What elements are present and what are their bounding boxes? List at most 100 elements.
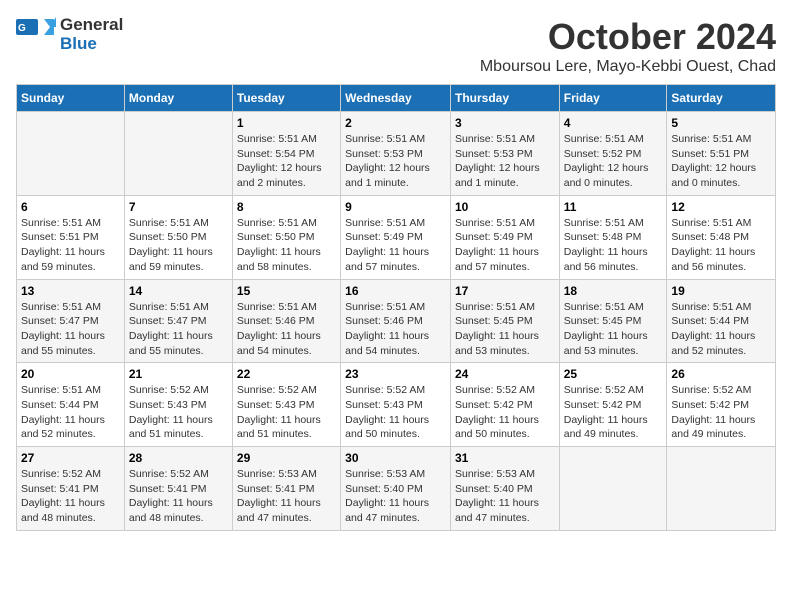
calendar-cell: 3 Sunrise: 5:51 AMSunset: 5:53 PMDaylight… xyxy=(450,112,559,196)
calendar-cell: 14 Sunrise: 5:51 AMSunset: 5:47 PMDayligh… xyxy=(124,279,232,363)
logo-general: General xyxy=(60,15,123,34)
calendar-cell xyxy=(667,447,776,531)
calendar-cell: 6 Sunrise: 5:51 AMSunset: 5:51 PMDaylight… xyxy=(17,195,125,279)
day-number: 2 xyxy=(345,116,446,130)
day-info: Sunrise: 5:53 AMSunset: 5:41 PMDaylight:… xyxy=(237,467,336,526)
day-info: Sunrise: 5:51 AMSunset: 5:53 PMDaylight:… xyxy=(455,132,555,191)
day-number: 20 xyxy=(21,367,120,381)
day-info: Sunrise: 5:51 AMSunset: 5:44 PMDaylight:… xyxy=(671,300,771,359)
calendar-cell: 2 Sunrise: 5:51 AMSunset: 5:53 PMDaylight… xyxy=(341,112,451,196)
day-info: Sunrise: 5:51 AMSunset: 5:54 PMDaylight:… xyxy=(237,132,336,191)
day-number: 28 xyxy=(129,451,228,465)
day-info: Sunrise: 5:52 AMSunset: 5:43 PMDaylight:… xyxy=(129,383,228,442)
calendar-cell xyxy=(559,447,667,531)
day-info: Sunrise: 5:51 AMSunset: 5:51 PMDaylight:… xyxy=(21,216,120,275)
day-info: Sunrise: 5:51 AMSunset: 5:47 PMDaylight:… xyxy=(129,300,228,359)
weekday-header-thursday: Thursday xyxy=(450,85,559,112)
day-number: 23 xyxy=(345,367,446,381)
day-number: 1 xyxy=(237,116,336,130)
day-number: 13 xyxy=(21,284,120,298)
day-info: Sunrise: 5:51 AMSunset: 5:47 PMDaylight:… xyxy=(21,300,120,359)
weekday-header-wednesday: Wednesday xyxy=(341,85,451,112)
day-number: 25 xyxy=(564,367,663,381)
calendar-cell: 28 Sunrise: 5:52 AMSunset: 5:41 PMDayligh… xyxy=(124,447,232,531)
day-info: Sunrise: 5:52 AMSunset: 5:41 PMDaylight:… xyxy=(129,467,228,526)
day-number: 5 xyxy=(671,116,771,130)
calendar-cell: 27Sunrise: 5:52 AMSunset: 5:41 PMDayligh… xyxy=(17,447,125,531)
calendar-week-row: 20 Sunrise: 5:51 AMSunset: 5:44 PMDayligh… xyxy=(17,363,776,447)
day-number: 17 xyxy=(455,284,555,298)
day-number: 19 xyxy=(671,284,771,298)
calendar-cell: 17 Sunrise: 5:51 AMSunset: 5:45 PMDayligh… xyxy=(450,279,559,363)
calendar-table: SundayMondayTuesdayWednesdayThursdayFrid… xyxy=(16,84,776,531)
day-number: 26 xyxy=(671,367,771,381)
day-number: 7 xyxy=(129,200,228,214)
page-header: G General Blue October 2024 Mboursou Ler… xyxy=(16,16,776,76)
calendar-week-row: 6 Sunrise: 5:51 AMSunset: 5:51 PMDaylight… xyxy=(17,195,776,279)
title-block: October 2024 Mboursou Lere, Mayo-Kebbi O… xyxy=(480,16,776,76)
calendar-cell: 23 Sunrise: 5:52 AMSunset: 5:43 PMDayligh… xyxy=(341,363,451,447)
calendar-cell: 1 Sunrise: 5:51 AMSunset: 5:54 PMDaylight… xyxy=(232,112,340,196)
calendar-cell: 30Sunrise: 5:53 AMSunset: 5:40 PMDayligh… xyxy=(341,447,451,531)
day-number: 11 xyxy=(564,200,663,214)
calendar-cell: 13 Sunrise: 5:51 AMSunset: 5:47 PMDayligh… xyxy=(17,279,125,363)
calendar-cell: 7Sunrise: 5:51 AMSunset: 5:50 PMDaylight… xyxy=(124,195,232,279)
day-number: 29 xyxy=(237,451,336,465)
day-info: Sunrise: 5:51 AMSunset: 5:46 PMDaylight:… xyxy=(345,300,446,359)
day-info: Sunrise: 5:51 AMSunset: 5:51 PMDaylight:… xyxy=(671,132,771,191)
day-info: Sunrise: 5:51 AMSunset: 5:49 PMDaylight:… xyxy=(345,216,446,275)
day-info: Sunrise: 5:51 AMSunset: 5:44 PMDaylight:… xyxy=(21,383,120,442)
calendar-cell: 31Sunrise: 5:53 AMSunset: 5:40 PMDayligh… xyxy=(450,447,559,531)
logo-blue: Blue xyxy=(60,34,97,53)
day-number: 4 xyxy=(564,116,663,130)
day-number: 31 xyxy=(455,451,555,465)
calendar-cell: 11 Sunrise: 5:51 AMSunset: 5:48 PMDayligh… xyxy=(559,195,667,279)
weekday-header-tuesday: Tuesday xyxy=(232,85,340,112)
calendar-week-row: 13 Sunrise: 5:51 AMSunset: 5:47 PMDayligh… xyxy=(17,279,776,363)
day-info: Sunrise: 5:51 AMSunset: 5:48 PMDaylight:… xyxy=(564,216,663,275)
calendar-cell: 19 Sunrise: 5:51 AMSunset: 5:44 PMDayligh… xyxy=(667,279,776,363)
calendar-cell xyxy=(17,112,125,196)
calendar-cell: 26Sunrise: 5:52 AMSunset: 5:42 PMDayligh… xyxy=(667,363,776,447)
calendar-cell: 12Sunrise: 5:51 AMSunset: 5:48 PMDayligh… xyxy=(667,195,776,279)
month-title: October 2024 xyxy=(480,16,776,58)
day-info: Sunrise: 5:51 AMSunset: 5:45 PMDaylight:… xyxy=(455,300,555,359)
calendar-cell: 21 Sunrise: 5:52 AMSunset: 5:43 PMDayligh… xyxy=(124,363,232,447)
calendar-cell: 9Sunrise: 5:51 AMSunset: 5:49 PMDaylight… xyxy=(341,195,451,279)
calendar-cell: 18Sunrise: 5:51 AMSunset: 5:45 PMDayligh… xyxy=(559,279,667,363)
calendar-cell: 8Sunrise: 5:51 AMSunset: 5:50 PMDaylight… xyxy=(232,195,340,279)
calendar-header-row: SundayMondayTuesdayWednesdayThursdayFrid… xyxy=(17,85,776,112)
day-number: 21 xyxy=(129,367,228,381)
weekday-header-sunday: Sunday xyxy=(17,85,125,112)
day-number: 18 xyxy=(564,284,663,298)
calendar-cell: 22 Sunrise: 5:52 AMSunset: 5:43 PMDayligh… xyxy=(232,363,340,447)
day-number: 6 xyxy=(21,200,120,214)
day-number: 30 xyxy=(345,451,446,465)
calendar-cell: 24 Sunrise: 5:52 AMSunset: 5:42 PMDayligh… xyxy=(450,363,559,447)
day-info: Sunrise: 5:51 AMSunset: 5:46 PMDaylight:… xyxy=(237,300,336,359)
weekday-header-friday: Friday xyxy=(559,85,667,112)
calendar-body: 1 Sunrise: 5:51 AMSunset: 5:54 PMDaylight… xyxy=(17,112,776,531)
day-info: Sunrise: 5:51 AMSunset: 5:53 PMDaylight:… xyxy=(345,132,446,191)
day-number: 24 xyxy=(455,367,555,381)
day-info: Sunrise: 5:51 AMSunset: 5:49 PMDaylight:… xyxy=(455,216,555,275)
weekday-header-saturday: Saturday xyxy=(667,85,776,112)
day-number: 14 xyxy=(129,284,228,298)
day-number: 22 xyxy=(237,367,336,381)
day-number: 27 xyxy=(21,451,120,465)
day-number: 10 xyxy=(455,200,555,214)
calendar-cell: 4 Sunrise: 5:51 AMSunset: 5:52 PMDaylight… xyxy=(559,112,667,196)
day-info: Sunrise: 5:51 AMSunset: 5:52 PMDaylight:… xyxy=(564,132,663,191)
day-info: Sunrise: 5:52 AMSunset: 5:42 PMDaylight:… xyxy=(455,383,555,442)
calendar-cell: 29 Sunrise: 5:53 AMSunset: 5:41 PMDayligh… xyxy=(232,447,340,531)
calendar-cell xyxy=(124,112,232,196)
day-info: Sunrise: 5:52 AMSunset: 5:42 PMDaylight:… xyxy=(564,383,663,442)
location-title: Mboursou Lere, Mayo-Kebbi Ouest, Chad xyxy=(480,58,776,76)
day-number: 3 xyxy=(455,116,555,130)
day-info: Sunrise: 5:51 AMSunset: 5:48 PMDaylight:… xyxy=(671,216,771,275)
calendar-cell: 25 Sunrise: 5:52 AMSunset: 5:42 PMDayligh… xyxy=(559,363,667,447)
day-info: Sunrise: 5:52 AMSunset: 5:43 PMDaylight:… xyxy=(345,383,446,442)
svg-text:G: G xyxy=(18,23,26,34)
day-number: 8 xyxy=(237,200,336,214)
day-info: Sunrise: 5:52 AMSunset: 5:43 PMDaylight:… xyxy=(237,383,336,442)
